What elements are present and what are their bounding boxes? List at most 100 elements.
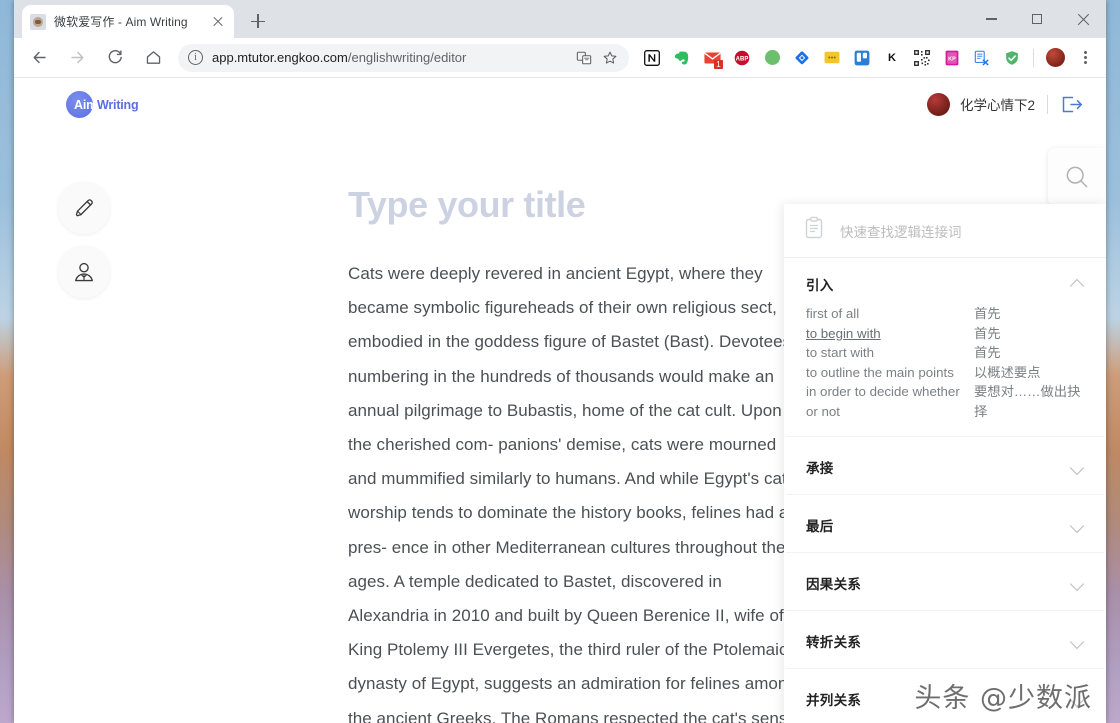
panel-section-header[interactable]: 因果关系 (806, 553, 1084, 610)
phrase-english[interactable]: to begin with (806, 324, 974, 344)
browser-window: 微软爱写作 - Aim Writing i app.mtutor.engkoo.… (14, 0, 1106, 723)
clipboard-icon (804, 216, 826, 245)
panel-section-header[interactable]: 引入 (806, 258, 1084, 294)
close-tab-icon[interactable] (210, 14, 226, 30)
site-favicon (30, 13, 46, 30)
phrase-english[interactable]: in order to decide whether or not (806, 382, 974, 421)
yellow-note-extension-icon[interactable] (819, 45, 845, 71)
desktop-wallpaper-left (0, 0, 14, 723)
bookmark-star-icon[interactable] (597, 45, 623, 71)
chevron-down-icon[interactable] (1070, 576, 1084, 590)
svg-text:KP: KP (948, 56, 956, 62)
phrase-row[interactable]: first of all 首先 (806, 304, 1084, 324)
phrase-chinese: 要想对……做出抉择 (974, 384, 1081, 419)
maximize-button[interactable] (1014, 3, 1060, 35)
panel-search-row[interactable]: 快速查找逻辑连接词 (784, 204, 1106, 258)
shield-check-extension-icon[interactable] (999, 45, 1025, 71)
arrow-right-icon (70, 51, 83, 64)
phrase-row[interactable]: in order to decide whether or not 要想对……做出… (806, 382, 1084, 421)
translate-icon[interactable] (571, 45, 597, 71)
panel-section: 转折关系 (786, 611, 1104, 668)
chevron-down-icon[interactable] (1070, 692, 1084, 706)
back-button[interactable] (24, 43, 54, 73)
phrase-table: first of all 首先 to begin with 首先 to start wi… (806, 304, 1084, 422)
address-bar[interactable]: i app.mtutor.engkoo.com/englishwriting/e… (178, 43, 629, 72)
panel-section-header[interactable]: 转折关系 (806, 611, 1084, 668)
panel-section-title: 引入 (806, 278, 834, 293)
panel-section: 因果关系 (786, 553, 1104, 610)
panel-section-title: 并列关系 (806, 692, 862, 708)
reload-button[interactable] (100, 43, 130, 73)
header-divider (1047, 94, 1048, 114)
panel-section: 引入 first of all 首先 to begin with 首先 to start … (786, 258, 1104, 436)
arrow-left-icon (33, 51, 46, 64)
chevron-down-icon[interactable] (1070, 460, 1084, 474)
magenta-book-extension-icon[interactable]: KP (939, 45, 965, 71)
search-icon (1066, 166, 1088, 188)
notion-extension-icon[interactable] (639, 45, 665, 71)
kami-extension-icon[interactable]: K (879, 45, 905, 71)
forward-button[interactable] (62, 43, 92, 73)
trello-extension-icon[interactable] (849, 45, 875, 71)
phrase-chinese: 首先 (974, 345, 1001, 361)
minimize-button[interactable] (968, 3, 1014, 35)
panel-sections: 引入 first of all 首先 to begin with 首先 to start … (784, 258, 1106, 723)
gmail-extension-icon[interactable]: 1 (699, 45, 725, 71)
panel-section-title: 因果关系 (806, 576, 862, 592)
document-editor[interactable]: Type your title Cats were deeply revered… (348, 182, 800, 723)
browser-tab-strip: 微软爱写作 - Aim Writing (14, 0, 1106, 38)
panel-section-header[interactable]: 承接 (806, 437, 1084, 494)
chevron-down-icon[interactable] (1070, 634, 1084, 648)
profile-avatar[interactable] (1042, 45, 1068, 71)
profile-avatar-image (1045, 48, 1065, 67)
logout-icon[interactable] (1060, 94, 1084, 115)
sidebar-item-edit[interactable] (58, 182, 110, 234)
phrase-row[interactable]: to outline the main points 以概述要点 (806, 363, 1084, 383)
extensions-bar: 1 ABP K KP (635, 45, 1100, 71)
qr-code-extension-icon[interactable] (909, 45, 935, 71)
site-info-icon[interactable]: i (188, 50, 203, 65)
close-window-button[interactable] (1060, 3, 1106, 35)
chevron-down-icon[interactable] (1070, 518, 1084, 532)
logo-text-part2: Writing (97, 97, 139, 112)
user-name: 化学心情下2 (959, 98, 1035, 113)
connectives-panel: 快速查找逻辑连接词 引入 first of all 首先 to begin with 首… (784, 204, 1106, 723)
reload-icon (108, 50, 122, 64)
phrase-row[interactable]: to start with 首先 (806, 343, 1084, 363)
document-title-placeholder[interactable]: Type your title (348, 182, 800, 227)
home-button[interactable] (138, 43, 168, 73)
browser-menu-button[interactable] (1072, 45, 1098, 71)
panel-section-header[interactable]: 最后 (806, 495, 1084, 552)
panel-section-header[interactable]: 并列关系 (806, 669, 1084, 723)
url-text: app.mtutor.engkoo.com/englishwriting/edi… (212, 50, 571, 65)
adblock-plus-extension-icon[interactable]: ABP (729, 45, 755, 71)
document-body-text[interactable]: Cats were deeply revered in ancient Egyp… (348, 257, 800, 723)
phrase-english[interactable]: to outline the main points (806, 363, 974, 383)
new-tab-button[interactable] (244, 7, 272, 35)
search-panel-toggle[interactable] (1048, 148, 1106, 206)
evernote-extension-icon[interactable] (669, 45, 695, 71)
phrase-chinese: 以概述要点 (974, 364, 1041, 380)
blue-diamond-extension-icon[interactable] (789, 45, 815, 71)
browser-tab[interactable]: 微软爱写作 - Aim Writing (22, 5, 234, 38)
app-logo[interactable]: AimWriting (66, 90, 186, 118)
minimize-icon (985, 18, 997, 20)
phrase-english[interactable]: to start with (806, 343, 974, 363)
three-dots-icon (1083, 50, 1087, 65)
translate-doc-extension-icon[interactable] (969, 45, 995, 71)
kami-letter: K (888, 51, 896, 64)
url-path: /englishwriting/editor (347, 50, 467, 65)
person-icon (75, 262, 93, 282)
search-input[interactable]: 快速查找逻辑连接词 (840, 221, 962, 241)
panel-section-title: 最后 (806, 518, 834, 534)
svg-text:ABP: ABP (736, 56, 749, 62)
phrase-english[interactable]: first of all (806, 304, 974, 324)
sidebar-item-profile[interactable] (58, 246, 110, 298)
green-circle-icon (764, 50, 780, 65)
chevron-up-icon[interactable] (1070, 277, 1084, 291)
phrase-row[interactable]: to begin with 首先 (806, 324, 1084, 344)
panel-section: 最后 (786, 495, 1104, 552)
avatar[interactable] (926, 92, 950, 116)
green-dot-extension-icon[interactable] (759, 45, 785, 71)
